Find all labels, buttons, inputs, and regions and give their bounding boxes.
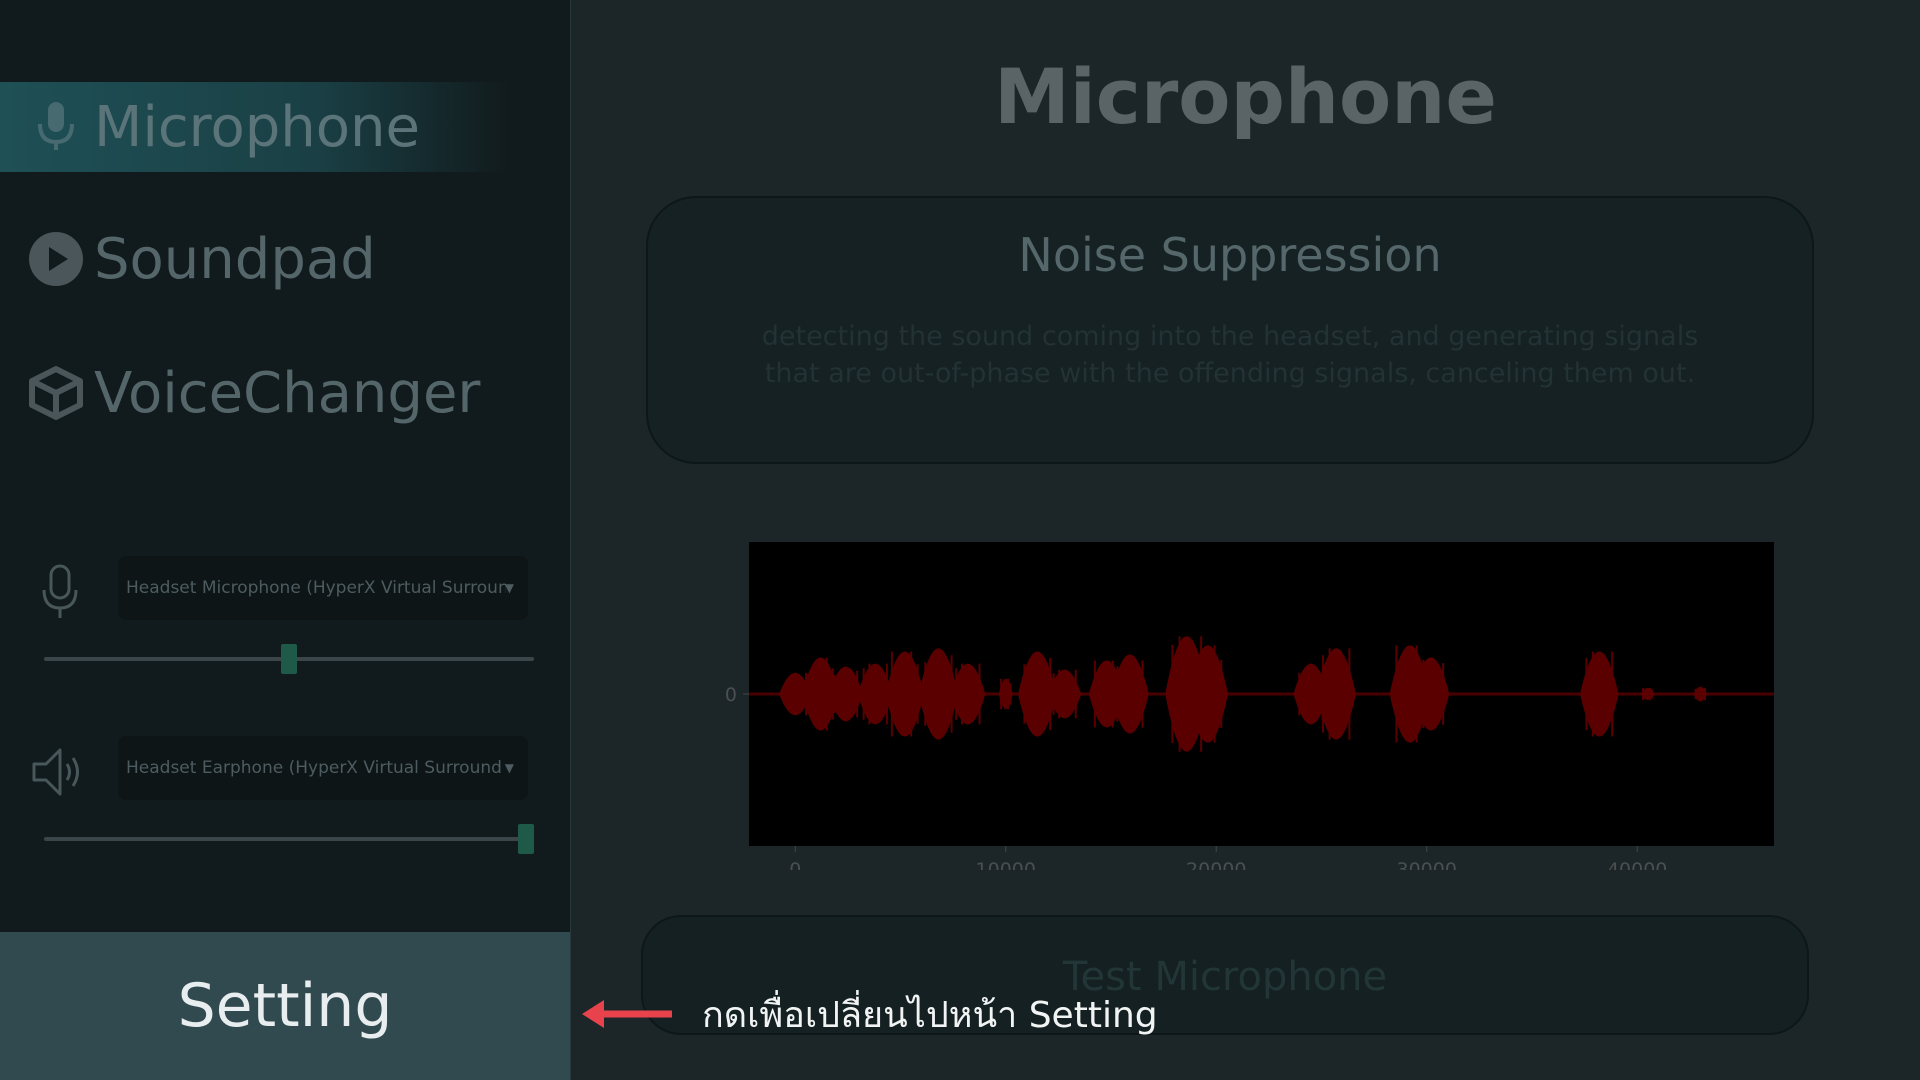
- waveform-svg: 0 10000 20000 30000 40000 0: [725, 542, 1774, 881]
- input-device-select[interactable]: Headset Microphone (HyperX Virtual Surro…: [118, 556, 528, 620]
- waveform-chart: 0 10000 20000 30000 40000 0: [701, 530, 1821, 881]
- microphone-outline-icon: [30, 562, 90, 622]
- sidebar: Microphone Soundpad VoiceChanger Headset…: [0, 0, 571, 1080]
- slider-track: [44, 837, 534, 841]
- play-circle-icon: [28, 231, 84, 287]
- sidebar-item-label: Microphone: [94, 94, 420, 160]
- annotation: กดเพื่อเปลี่ยนไปหน้า Setting: [578, 986, 1158, 1042]
- speaker-icon: [30, 742, 90, 802]
- sidebar-item-soundpad[interactable]: Soundpad: [0, 214, 570, 304]
- app-window: Microphone Soundpad VoiceChanger Headset…: [0, 0, 1920, 1080]
- chevron-down-icon: ▼: [504, 581, 514, 595]
- input-volume-slider[interactable]: [44, 644, 534, 674]
- microphone-icon: [28, 99, 84, 155]
- output-device-select[interactable]: Headset Earphone (HyperX Virtual Surroun…: [118, 736, 528, 800]
- x-tick-label: 0: [789, 859, 801, 870]
- slider-thumb[interactable]: [518, 824, 534, 854]
- x-tick-label: 10000: [976, 859, 1036, 870]
- x-tick-label: 30000: [1396, 859, 1456, 870]
- input-device-row: Headset Microphone (HyperX Virtual Surro…: [0, 556, 570, 626]
- chevron-down-icon: ▼: [504, 761, 514, 775]
- arrow-left-icon: [582, 1000, 672, 1028]
- y-tick-label: 0: [725, 684, 737, 706]
- x-tick-label: 40000: [1607, 859, 1667, 870]
- card-description-line: that are out-of-phase with the offending…: [764, 358, 1696, 389]
- sidebar-item-label: VoiceChanger: [94, 360, 481, 426]
- sidebar-item-microphone[interactable]: Microphone: [0, 82, 570, 172]
- sidebar-item-voicechanger[interactable]: VoiceChanger: [0, 348, 570, 438]
- setting-button[interactable]: Setting: [0, 932, 570, 1080]
- x-tick-label: 20000: [1186, 859, 1246, 870]
- card-description-line: detecting the sound coming into the head…: [761, 321, 1699, 352]
- card-title: Noise Suppression: [1018, 228, 1442, 282]
- card-description: detecting the sound coming into the head…: [708, 318, 1752, 392]
- output-volume-slider[interactable]: [44, 824, 534, 854]
- slider-thumb[interactable]: [281, 644, 297, 674]
- sidebar-item-label: Soundpad: [94, 226, 376, 292]
- output-device-row: Headset Earphone (HyperX Virtual Surroun…: [0, 736, 570, 806]
- noise-suppression-card[interactable]: Noise Suppression detecting the sound co…: [646, 196, 1814, 464]
- cube-icon: [28, 365, 84, 421]
- main-panel: Microphone Noise Suppression detecting t…: [571, 0, 1920, 1080]
- annotation-text: กดเพื่อเปลี่ยนไปหน้า Setting: [702, 994, 1158, 1036]
- page-title: Microphone: [994, 52, 1497, 141]
